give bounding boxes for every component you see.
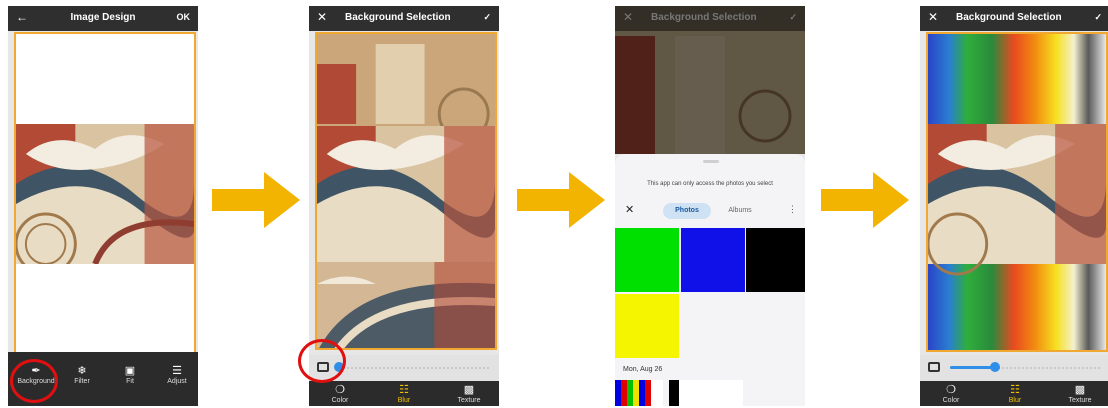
- blurred-background-image: [928, 34, 1106, 350]
- ok-button[interactable]: OK: [177, 12, 191, 22]
- adjust-icon: ☰: [172, 365, 182, 377]
- photo-tile-black[interactable]: [746, 228, 805, 292]
- design-canvas: [14, 32, 196, 356]
- blur-slider-row: [920, 355, 1108, 381]
- tab-color[interactable]: ❍ Color: [934, 383, 968, 404]
- tab-label: Color: [942, 397, 960, 404]
- tool-filter[interactable]: ❄ Filter: [64, 364, 100, 385]
- tab-label: Blur: [397, 397, 411, 404]
- fit-icon: ▣: [124, 365, 136, 377]
- photo-tile-yellow[interactable]: [615, 294, 679, 358]
- top-bar: ✕ Background Selection ✓: [920, 6, 1108, 31]
- step-arrow: [821, 172, 909, 228]
- texture-icon: ▩: [1074, 384, 1086, 396]
- tab-label: Texture: [1068, 397, 1092, 404]
- page-title: Background Selection: [956, 12, 1062, 23]
- screen-background-result: ✕ Background Selection ✓ ❍ Color ☷ Blur …: [920, 6, 1108, 406]
- slider-track[interactable]: [339, 367, 489, 369]
- tool-label: Filter: [74, 378, 90, 385]
- mode-tabs: ❍ Color ☷ Blur ▩ Texture: [920, 381, 1108, 406]
- access-notice: This app can only access the photos you …: [647, 181, 773, 187]
- blur-icon: ☷: [399, 384, 409, 396]
- highlight-circle: [10, 359, 58, 403]
- photo-tile-green[interactable]: [615, 228, 679, 292]
- tool-label: Fit: [126, 378, 134, 385]
- tool-adjust[interactable]: ☰ Adjust: [158, 364, 196, 385]
- filter-icon: ❄: [77, 365, 87, 377]
- tab-texture[interactable]: ▩ Texture: [451, 383, 487, 404]
- gallery-icon[interactable]: [928, 362, 940, 372]
- tool-label: Adjust: [167, 378, 187, 385]
- page-title: Background Selection: [345, 12, 451, 23]
- top-bar: ← Image Design OK: [8, 6, 198, 31]
- tab-photos[interactable]: Photos: [663, 203, 711, 219]
- check-icon[interactable]: ✓: [483, 12, 491, 23]
- tutorial-strip: ← Image Design OK ✒ Background ❄ Filter …: [0, 0, 1108, 408]
- tab-blur[interactable]: ☷ Blur: [998, 383, 1032, 404]
- screen-photo-picker: ✕ Background Selection ✓ This app can on…: [615, 6, 805, 406]
- top-bar: ✕ Background Selection ✓: [615, 6, 805, 31]
- slider-thumb[interactable]: [990, 362, 1000, 372]
- screen-image-design: ← Image Design OK ✒ Background ❄ Filter …: [8, 6, 198, 406]
- highlight-circle: [298, 339, 346, 383]
- palette-icon: ❍: [946, 384, 956, 396]
- blur-icon: ☷: [1010, 384, 1020, 396]
- tab-blur[interactable]: ☷ Blur: [387, 383, 421, 404]
- tab-color[interactable]: ❍ Color: [323, 383, 357, 404]
- tab-albums[interactable]: Albums: [720, 203, 760, 219]
- mode-tabs: ❍ Color ☷ Blur ▩ Texture: [309, 381, 499, 406]
- photo-picker-sheet: This app can only access the photos you …: [615, 154, 805, 406]
- step-arrow: [517, 172, 605, 228]
- design-canvas: [315, 32, 497, 350]
- tab-label: Color: [331, 397, 349, 404]
- design-canvas: [926, 32, 1108, 352]
- top-bar: ✕ Background Selection ✓: [309, 6, 499, 31]
- tool-fit[interactable]: ▣ Fit: [112, 364, 148, 385]
- page-title: Background Selection: [651, 12, 757, 23]
- page-title: Image Design: [70, 12, 136, 23]
- tab-texture[interactable]: ▩ Texture: [1062, 383, 1098, 404]
- tab-label: Blur: [1008, 397, 1022, 404]
- texture-icon: ▩: [463, 384, 475, 396]
- slider-fill: [950, 366, 995, 369]
- more-options-icon[interactable]: ⋮: [788, 204, 797, 215]
- photo-thumbnail-stripes[interactable]: [615, 380, 663, 406]
- sheet-handle[interactable]: [703, 160, 719, 163]
- palette-icon: ❍: [335, 384, 345, 396]
- artwork-tiled-image: [317, 34, 495, 348]
- check-icon: ✓: [789, 12, 797, 22]
- check-icon[interactable]: ✓: [1094, 12, 1102, 23]
- photo-tile-blue[interactable]: [681, 228, 745, 292]
- photo-thumbnail-bw[interactable]: [669, 380, 743, 406]
- step-arrow: [212, 172, 300, 228]
- date-label: Mon, Aug 26: [623, 366, 663, 373]
- artwork-image: [16, 124, 194, 264]
- tab-label: Texture: [457, 397, 481, 404]
- close-icon[interactable]: ✕: [625, 203, 634, 216]
